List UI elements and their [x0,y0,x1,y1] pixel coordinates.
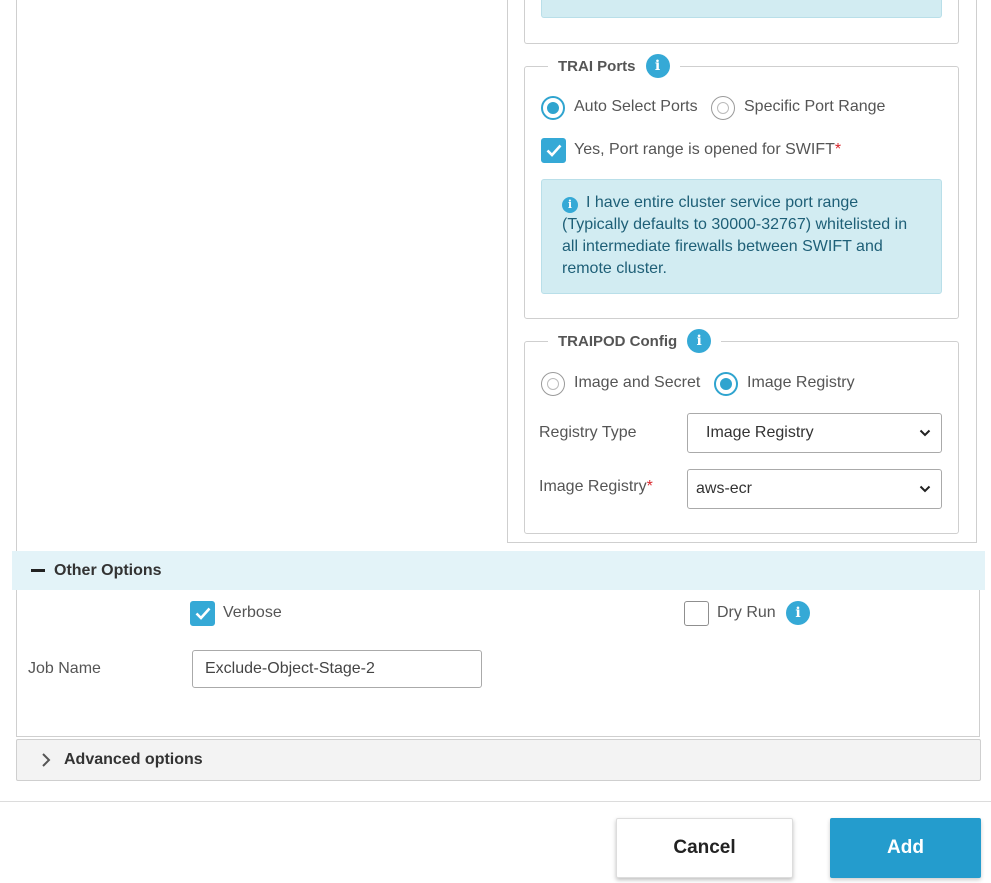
verbose-label: Verbose [223,604,282,621]
registry-type-value: Image Registry [706,424,814,441]
image-registry-value: aws-ecr [696,480,753,497]
collapse-minus-icon [31,569,45,572]
job-name-value: Exclude-Object-Stage-2 [205,660,375,677]
image-registry-radio[interactable] [714,372,738,396]
cancel-button[interactable]: Cancel [616,818,793,878]
image-registry-select[interactable]: aws-ecr [687,469,942,509]
image-and-secret-label: Image and Secret [574,374,701,391]
previous-info-alert [541,0,942,18]
traipod-config-legend: TRAIPOD Config i [548,327,722,355]
add-button[interactable]: Add [830,818,981,878]
image-registry-radio-label: Image Registry [747,374,855,391]
advanced-options-title: Advanced options [64,751,203,768]
footer-divider [0,801,991,802]
registry-type-label: Registry Type [539,424,637,441]
other-options-title: Other Options [54,561,162,579]
trai-ports-title: TRAI Ports [558,57,636,75]
port-range-info-text: I have entire cluster service port range… [562,194,908,277]
panel-right-border [979,590,980,737]
port-range-opened-checkbox[interactable] [541,138,566,163]
chevron-right-icon [42,753,51,767]
info-icon[interactable]: i [786,601,810,625]
auto-select-ports-radio[interactable] [541,96,565,120]
dry-run-checkbox[interactable] [684,601,709,626]
chevron-down-icon [919,485,931,493]
dry-run-label: Dry Run [717,604,776,621]
registry-type-select[interactable]: Image Registry [687,413,942,453]
chevron-down-icon [919,429,931,437]
image-registry-label: Image Registry* [539,478,653,495]
port-range-opened-label: Yes, Port range is opened for SWIFT* [574,141,842,158]
image-and-secret-radio[interactable] [541,372,565,396]
trai-ports-legend: TRAI Ports i [548,52,680,80]
info-icon[interactable]: i [645,54,670,78]
verbose-checkbox[interactable] [190,601,215,626]
info-icon[interactable]: i [687,329,712,353]
panel-bottom-border [16,736,980,737]
other-options-header[interactable]: Other Options [12,551,985,590]
check-icon [195,607,210,620]
check-icon [546,144,561,157]
job-name-input[interactable]: Exclude-Object-Stage-2 [192,650,482,688]
advanced-options-header[interactable]: Advanced options [16,739,981,781]
panel-left-border [16,0,17,737]
job-name-label: Job Name [28,660,101,677]
traipod-config-title: TRAIPOD Config [558,332,678,350]
info-icon: i [562,197,578,213]
specific-port-range-radio[interactable] [711,96,735,120]
specific-port-range-label: Specific Port Range [744,98,886,115]
port-range-info-alert: iI have entire cluster service port rang… [541,179,942,294]
auto-select-ports-label: Auto Select Ports [574,98,698,115]
